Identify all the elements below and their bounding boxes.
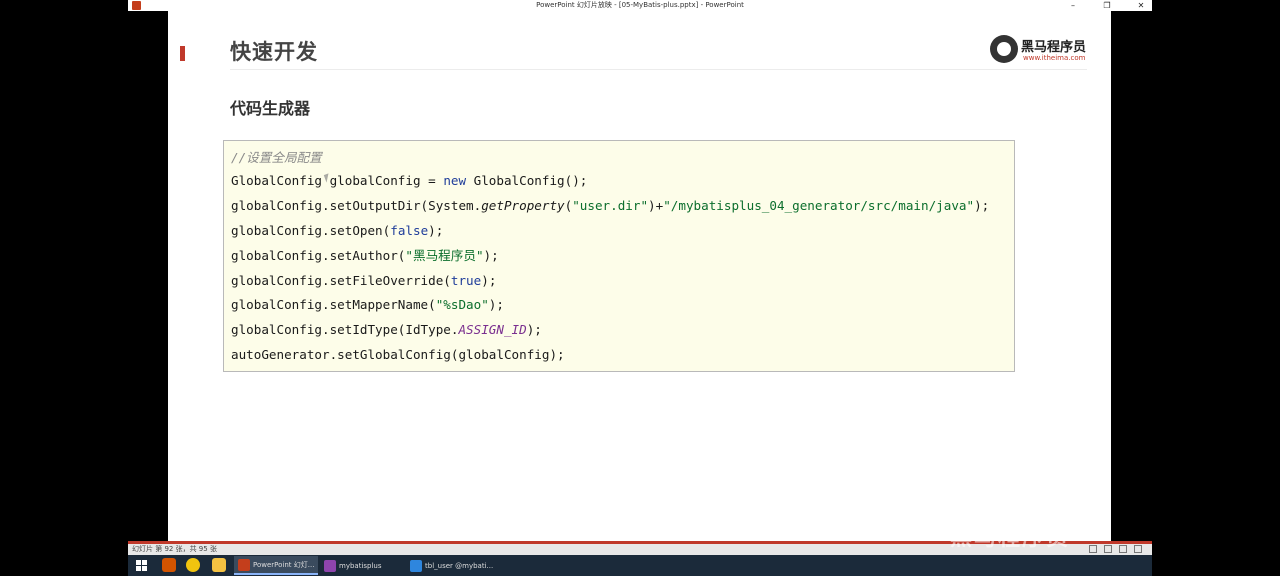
code-line: autoGenerator.setGlobalConfig(globalConf… [231, 347, 565, 363]
watermark: 黑马程序员· [950, 526, 1081, 551]
taskbar-app[interactable]: tbl_user @mybati... [406, 556, 497, 575]
code-block: //设置全局配置 GlobalConfig globalConfig = new… [223, 140, 1015, 372]
app-icon [410, 559, 422, 572]
app-icon [238, 558, 250, 571]
taskbar-app-label: mybatisplus [339, 561, 382, 570]
code-line: globalConfig.setMapperName("%sDao"); [231, 297, 504, 313]
sorter-view-icon[interactable] [1104, 545, 1112, 553]
slide-subtitle: 代码生成器 [230, 99, 311, 118]
title-divider [230, 69, 1087, 70]
title-accent-bar [180, 46, 185, 61]
code-lines: GlobalConfig globalConfig = new GlobalCo… [231, 169, 1014, 368]
taskbar-app[interactable]: mybatisplus [320, 556, 386, 575]
normal-view-icon[interactable] [1089, 545, 1097, 553]
code-line: globalConfig.setIdType(IdType.ASSIGN_ID)… [231, 322, 542, 338]
taskbar: PowerPoint 幻灯... mybatisplus tbl_user @myb… [128, 555, 1152, 576]
brand-logo: 黑马程序员 www.itheima.com [990, 33, 1090, 65]
app-icon [324, 559, 336, 572]
logo-url: www.itheima.com [1023, 54, 1086, 62]
logo-name: 黑马程序员 [1021, 40, 1087, 55]
file-explorer-icon[interactable] [212, 558, 226, 572]
chrome-icon[interactable] [186, 558, 200, 572]
restore-button[interactable]: ❐ [1102, 0, 1112, 11]
slide-title: 快速开发 [230, 40, 318, 64]
slide: 快速开发 黑马程序员 www.itheima.com 代码生成器 //设置全局配… [168, 11, 1111, 541]
code-line: globalConfig.setFileOverride(true); [231, 272, 497, 288]
taskbar-app[interactable]: PowerPoint 幻灯... [234, 556, 319, 575]
window-title: PowerPoint 幻灯片放映 - [05-MyBatis-plus.pptx… [536, 1, 744, 9]
taskbar-app-label: PowerPoint 幻灯... [253, 560, 315, 569]
slide-counter: 幻灯片 第 92 张，共 95 张 [132, 545, 217, 553]
logo-emblem-icon [990, 35, 1018, 63]
screen: PowerPoint 幻灯片放映 - [05-MyBatis-plus.pptx… [0, 0, 1280, 576]
code-line: globalConfig.setOpen(false); [231, 222, 444, 238]
minimize-button[interactable]: – [1068, 0, 1078, 11]
code-line: globalConfig.setOutputDir(System.getProp… [231, 197, 990, 213]
slideshow-view-icon[interactable] [1134, 545, 1142, 553]
code-line: GlobalConfig globalConfig = new GlobalCo… [231, 173, 588, 188]
app-pinned-icon[interactable] [162, 558, 176, 572]
code-comment: //设置全局配置 [231, 150, 322, 165]
taskbar-app-label: tbl_user @mybati... [425, 561, 494, 570]
close-button[interactable]: ✕ [1136, 0, 1146, 11]
code-line: globalConfig.setAuthor("黑马程序员"); [231, 247, 499, 263]
reading-view-icon[interactable] [1119, 545, 1127, 553]
window-titlebar: PowerPoint 幻灯片放映 - [05-MyBatis-plus.pptx… [128, 0, 1152, 11]
start-button[interactable] [136, 560, 147, 571]
